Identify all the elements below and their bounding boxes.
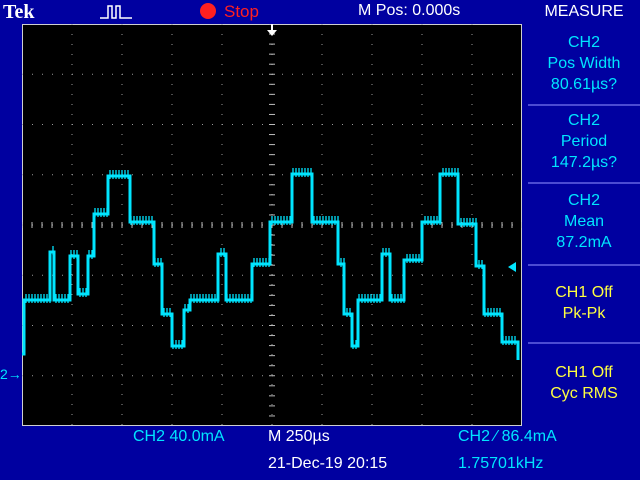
divider xyxy=(528,104,640,106)
measure-source: CH2 xyxy=(567,112,600,129)
timebase: M 250µs xyxy=(268,428,330,445)
measure-type: Mean xyxy=(563,213,605,230)
trigger-pulse-icon xyxy=(100,5,132,19)
status-bar: Tek Stop M Pos: 0.000s MEASURE xyxy=(0,0,640,24)
horizontal-position: M Pos: 0.000s xyxy=(358,2,461,19)
measure-type: Pos Width xyxy=(547,55,621,72)
trigger-position-icon xyxy=(267,30,277,36)
measure-slot-1[interactable]: CH2 Pos Width 80.61µs? xyxy=(528,32,640,95)
measure-type: Pk-Pk xyxy=(562,305,606,322)
ch2-waveform xyxy=(22,172,520,360)
measure-slot-5[interactable]: CH1 Off Cyc RMS xyxy=(528,362,640,404)
measure-slot-2[interactable]: CH2 Period 147.2µs? xyxy=(528,110,640,173)
measure-value: 147.2µs? xyxy=(550,154,618,171)
divider xyxy=(528,264,640,266)
trigger-info: CH2 ∕ 86.4mA xyxy=(458,428,557,445)
divider xyxy=(528,182,640,184)
measure-source: CH2 xyxy=(567,34,600,51)
stop-indicator-icon xyxy=(200,3,216,19)
divider xyxy=(528,342,640,344)
measure-value: 87.2mA xyxy=(556,234,612,251)
menu-title: MEASURE xyxy=(544,3,624,20)
trigger-level-arrow-icon xyxy=(508,262,516,272)
measure-slot-3[interactable]: CH2 Mean 87.2mA xyxy=(528,190,640,253)
waveform-display xyxy=(22,24,522,426)
measure-source: CH1 Off xyxy=(555,364,613,381)
measure-menu: CH2 Pos Width 80.61µs? CH2 Period 147.2µ… xyxy=(528,24,640,431)
channel-2-marker: 2→ xyxy=(0,366,22,382)
brand-logo: Tek xyxy=(3,1,35,23)
graticule xyxy=(22,24,522,426)
measure-source: CH1 Off xyxy=(555,284,613,301)
measure-type: Period xyxy=(560,133,608,150)
measure-type: Cyc RMS xyxy=(550,385,618,402)
measure-slot-4[interactable]: CH1 Off Pk-Pk xyxy=(528,282,640,324)
ch2-scale: CH2 40.0mA xyxy=(133,428,225,445)
run-state-label: Stop xyxy=(224,2,259,21)
trigger-frequency: 1.75701kHz xyxy=(458,455,544,472)
measure-value: 80.61µs? xyxy=(550,76,618,93)
measure-source: CH2 xyxy=(567,192,600,209)
datetime: 21-Dec-19 20:15 xyxy=(268,455,388,472)
